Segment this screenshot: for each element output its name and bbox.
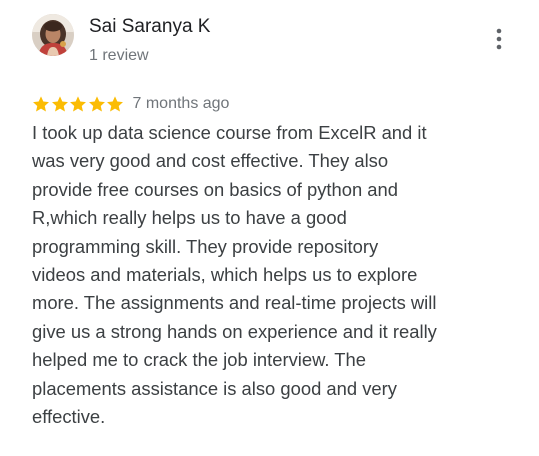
- reviewer-name[interactable]: Sai Saranya K: [89, 15, 210, 39]
- star-icon: [88, 96, 105, 112]
- review-count[interactable]: 1 review: [89, 46, 149, 66]
- avatar-photo-icon: [32, 14, 74, 56]
- star-icon: [33, 96, 49, 112]
- review-date: 7 months ago: [132, 95, 230, 112]
- more-options-button[interactable]: [488, 26, 510, 54]
- avatar[interactable]: [32, 14, 74, 56]
- more-vert-icon: [496, 28, 502, 50]
- star-rating: [32, 95, 125, 113]
- star-icon: [107, 96, 123, 112]
- review-card: Sai Saranya K 1 review 7 months ago I to…: [0, 0, 539, 456]
- star-icon: [51, 96, 68, 112]
- star-icon: [70, 96, 86, 112]
- rating-row: 7 months ago: [32, 93, 229, 115]
- review-text: I took up data science course from Excel…: [32, 122, 437, 428]
